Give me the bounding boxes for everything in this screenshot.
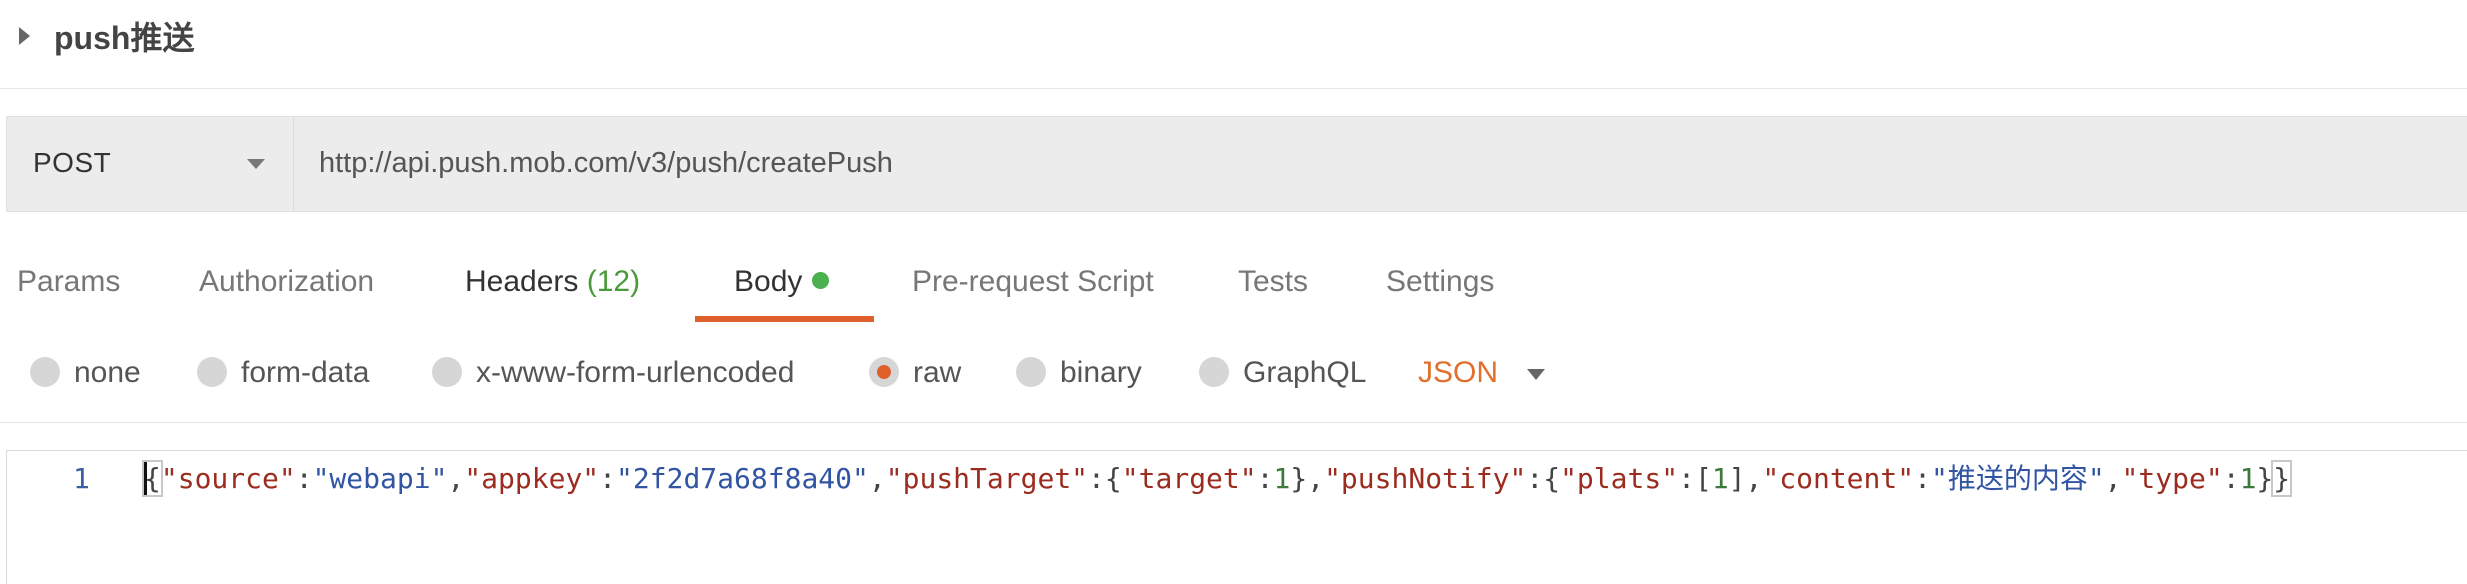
radio-label: form-data [241,356,370,389]
body-type-options: none form-data x-www-form-urlencoded raw… [0,346,2467,400]
json-string: "推送的内容" [1930,462,2105,495]
method-label: POST [33,147,112,178]
json-key: "source" [160,462,296,495]
tab-headers-label: Headers [465,265,579,298]
chevron-down-icon [247,159,265,169]
json-punct: :[ [1678,462,1712,495]
json-key: "pushNotify" [1324,462,1527,495]
tab-pre-request-script[interactable]: Pre-request Script [912,262,1154,302]
json-key: "plats" [1560,462,1679,495]
request-tabs: Params Authorization Headers (12) Body P… [0,252,2467,322]
request-header: push推送 [0,0,2467,89]
json-punct: : [1914,462,1931,495]
json-number: 1 [1273,462,1291,495]
radio-circle [197,357,227,387]
radio-circle-checked [869,357,899,387]
url-input[interactable]: http://api.push.mob.com/v3/push/createPu… [319,145,893,181]
json-brace: { [142,460,163,497]
radio-label: GraphQL [1243,356,1367,389]
request-name[interactable]: push推送 [54,16,194,60]
divider [0,422,2467,423]
json-punct: }, [1290,462,1325,495]
json-key: "target" [1121,462,1257,495]
json-punct: , [868,462,886,495]
json-punct: : [1256,462,1274,495]
tab-tests[interactable]: Tests [1238,262,1308,302]
radio-label: binary [1060,356,1142,389]
json-punct: : [599,462,617,495]
json-key: "pushTarget" [885,462,1089,495]
tab-body-label: Body [734,265,803,298]
json-punct: :{ [1526,462,1561,495]
tab-body[interactable]: Body [734,262,830,302]
json-key: "type" [2121,462,2223,495]
tab-headers[interactable]: Headers (12) [465,262,640,302]
json-punct: ], [1728,462,1763,495]
url-bar: POST http://api.push.mob.com/v3/push/cre… [6,116,2467,212]
json-brace: } [2271,460,2293,497]
headers-count-badge: (12) [586,265,641,298]
json-key: "appkey" [464,462,600,495]
json-punct: : [2222,462,2240,495]
tab-authorization[interactable]: Authorization [199,262,374,302]
radio-circle [1199,357,1229,387]
tab-settings[interactable]: Settings [1386,262,1494,302]
radio-circle [432,357,462,387]
method-select[interactable]: POST [7,117,294,211]
radio-label: raw [913,356,962,389]
json-punct: } [2256,462,2274,495]
code-editor[interactable]: 1 {"source":"webapi","appkey":"2f2d7a68f… [6,450,2467,584]
tab-params[interactable]: Params [17,262,120,302]
json-number: 1 [2239,462,2257,495]
line-number: 1 [73,462,90,495]
radio-label: x-www-form-urlencoded [476,356,795,389]
json-punct: :{ [1088,462,1122,495]
json-key: "content" [1762,462,1915,495]
chevron-down-icon[interactable] [1527,369,1545,380]
json-punct: , [447,462,465,495]
active-tab-underline [695,316,874,322]
radio-circle [30,357,60,387]
language-select[interactable]: JSON [1418,354,1498,392]
active-dot-icon [812,271,830,289]
json-punct: , [2104,462,2122,495]
json-string: "2f2d7a68f8a40" [616,462,869,495]
json-number: 1 [1711,462,1729,495]
expand-caret-icon[interactable] [19,27,30,45]
json-string: "webapi" [312,462,448,495]
json-punct: : [295,462,313,495]
code-line[interactable]: {"source":"webapi","appkey":"2f2d7a68f8a… [142,460,2293,497]
radio-circle [1016,357,1046,387]
radio-label: none [74,356,141,389]
